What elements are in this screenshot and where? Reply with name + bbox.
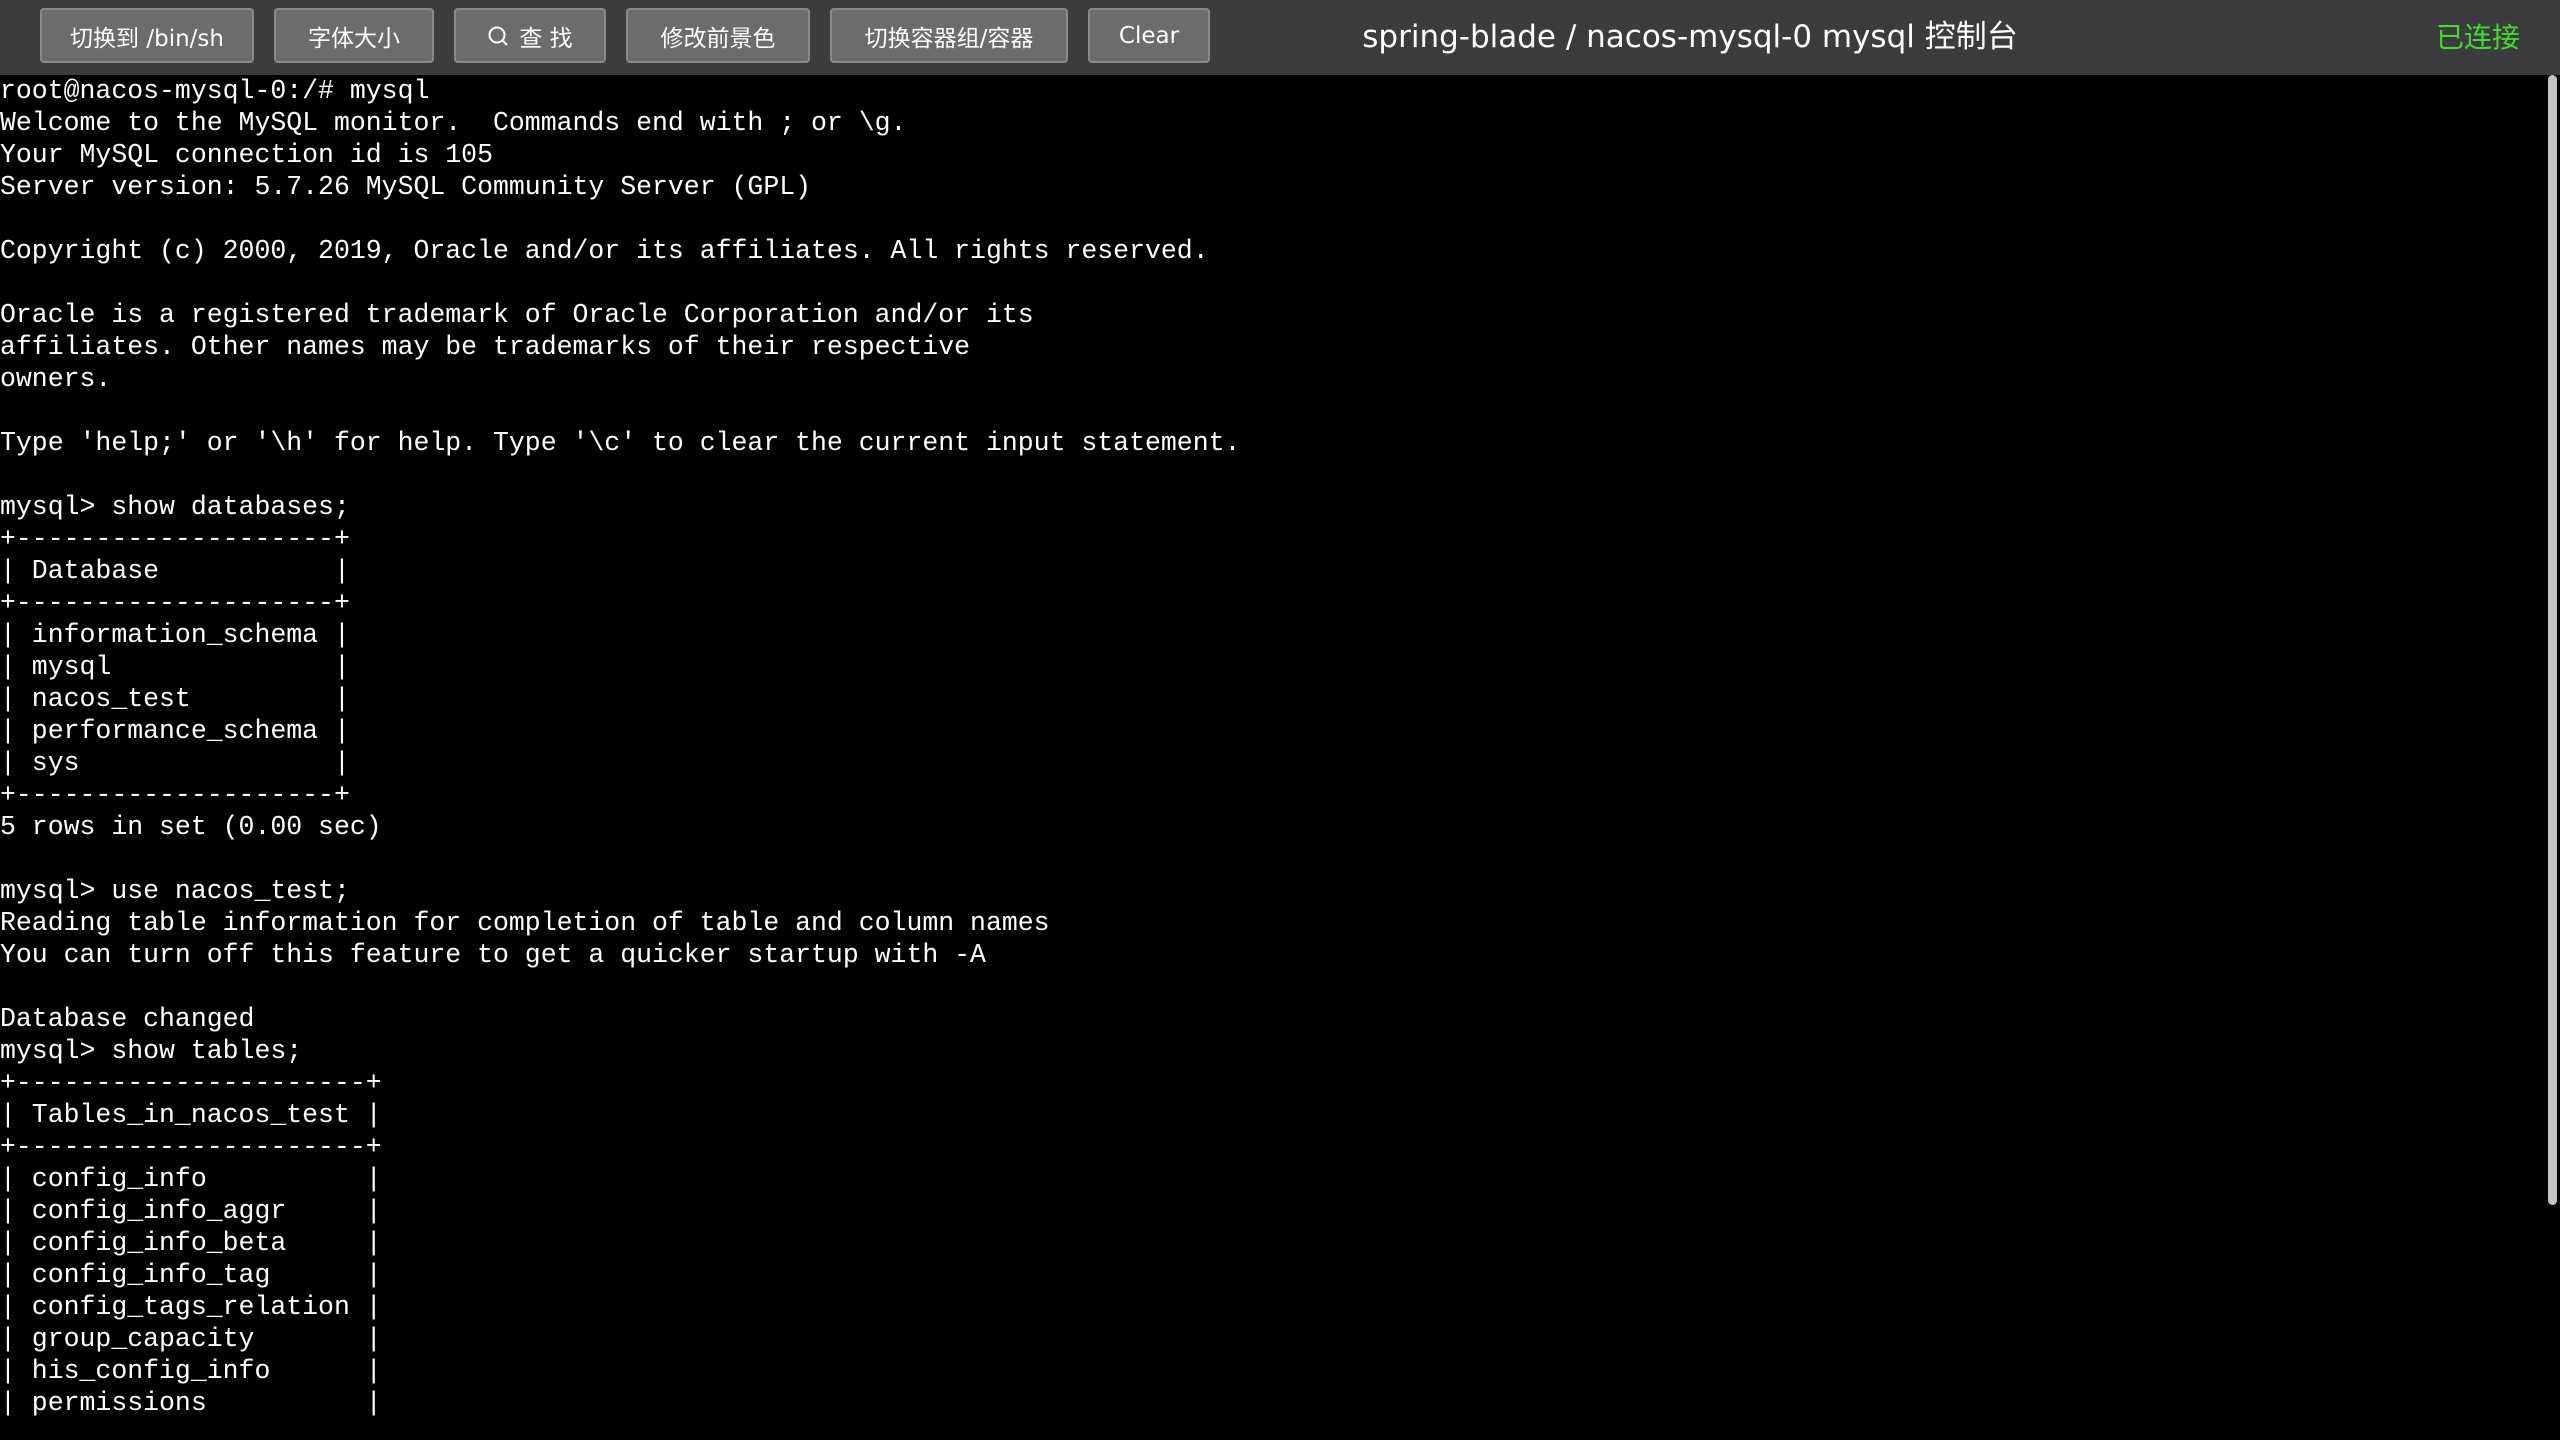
console-title: spring-blade / nacos-mysql-0 mysql 控制台 [1362, 19, 2018, 55]
terminal-line: mysql> use nacos_test; [0, 876, 350, 906]
font-size-button[interactable]: 字体大小 [274, 8, 434, 63]
terminal-line: mysql> show tables; [0, 1036, 303, 1066]
toolbar: 切换到 /bin/sh 字体大小 查 找 修改前景色 切换容器组/容器 Clea… [0, 0, 2560, 75]
scrollbar-thumb[interactable] [2548, 75, 2557, 1205]
font-size-label: 字体大小 [308, 25, 400, 52]
terminal-line: +----------------------+ [0, 1132, 382, 1162]
terminal-line: Your MySQL connection id is 105 [0, 140, 493, 170]
terminal-line: | config_info_tag | [0, 1260, 382, 1290]
terminal-line: | mysql | [0, 652, 350, 682]
terminal-line: | Database | [0, 556, 350, 586]
terminal-line: | nacos_test | [0, 684, 350, 714]
terminal-line: +--------------------+ [0, 588, 350, 618]
terminal-line: root@nacos-mysql-0:/# mysql [0, 76, 430, 106]
terminal-line: | permissions | [0, 1388, 382, 1418]
terminal-line: | config_info_beta | [0, 1228, 382, 1258]
find-label: 查 找 [519, 25, 573, 52]
terminal-line: | config_info_aggr | [0, 1196, 382, 1226]
terminal-line: | group_capacity | [0, 1324, 382, 1354]
terminal-line: +--------------------+ [0, 780, 350, 810]
terminal-line: | his_config_info | [0, 1356, 382, 1386]
connection-status: 已连接 [2435, 21, 2520, 54]
clear-label: Clear [1118, 22, 1180, 49]
terminal-line: | performance_schema | [0, 716, 350, 746]
switch-container-group-button[interactable]: 切换容器组/容器 [830, 8, 1068, 63]
terminal-line: Copyright (c) 2000, 2019, Oracle and/or … [0, 236, 1209, 266]
terminal-line: Welcome to the MySQL monitor. Commands e… [0, 108, 907, 138]
change-foreground-button[interactable]: 修改前景色 [626, 8, 810, 63]
terminal-line: owners. [0, 364, 112, 394]
switch-shell-button[interactable]: 切换到 /bin/sh [40, 8, 254, 63]
terminal-line: | sys | [0, 748, 350, 778]
terminal-scrollbar[interactable] [2545, 75, 2560, 1440]
terminal-line: Oracle is a registered trademark of Orac… [0, 300, 1034, 330]
search-icon [488, 26, 509, 46]
terminal-line: Type 'help;' or '\h' for help. Type '\c'… [0, 428, 1241, 458]
terminal-line: mysql> show databases; [0, 492, 350, 522]
terminal-line: | Tables_in_nacos_test | [0, 1100, 382, 1130]
terminal-line: Database changed [0, 1004, 255, 1034]
terminal-line: You can turn off this feature to get a q… [0, 940, 986, 970]
terminal-line: +--------------------+ [0, 524, 350, 554]
terminal-line: | config_tags_relation | [0, 1292, 382, 1322]
find-button[interactable]: 查 找 [454, 8, 606, 63]
terminal-line: | config_info | [0, 1164, 382, 1194]
terminal-line: 5 rows in set (0.00 sec) [0, 812, 382, 842]
terminal-line: Reading table information for completion… [0, 908, 1050, 938]
switch-shell-label: 切换到 /bin/sh [70, 25, 224, 52]
terminal-line: +----------------------+ [0, 1068, 382, 1098]
terminal-line: affiliates. Other names may be trademark… [0, 332, 971, 362]
terminal-line: | information_schema | [0, 620, 350, 650]
terminal-output[interactable]: root@nacos-mysql-0:/# mysql Welcome to th… [0, 75, 2545, 1440]
change-foreground-label: 修改前景色 [660, 25, 776, 52]
switch-container-group-label: 切换容器组/容器 [864, 25, 1034, 52]
terminal-line: Server version: 5.7.26 MySQL Community S… [0, 172, 812, 202]
